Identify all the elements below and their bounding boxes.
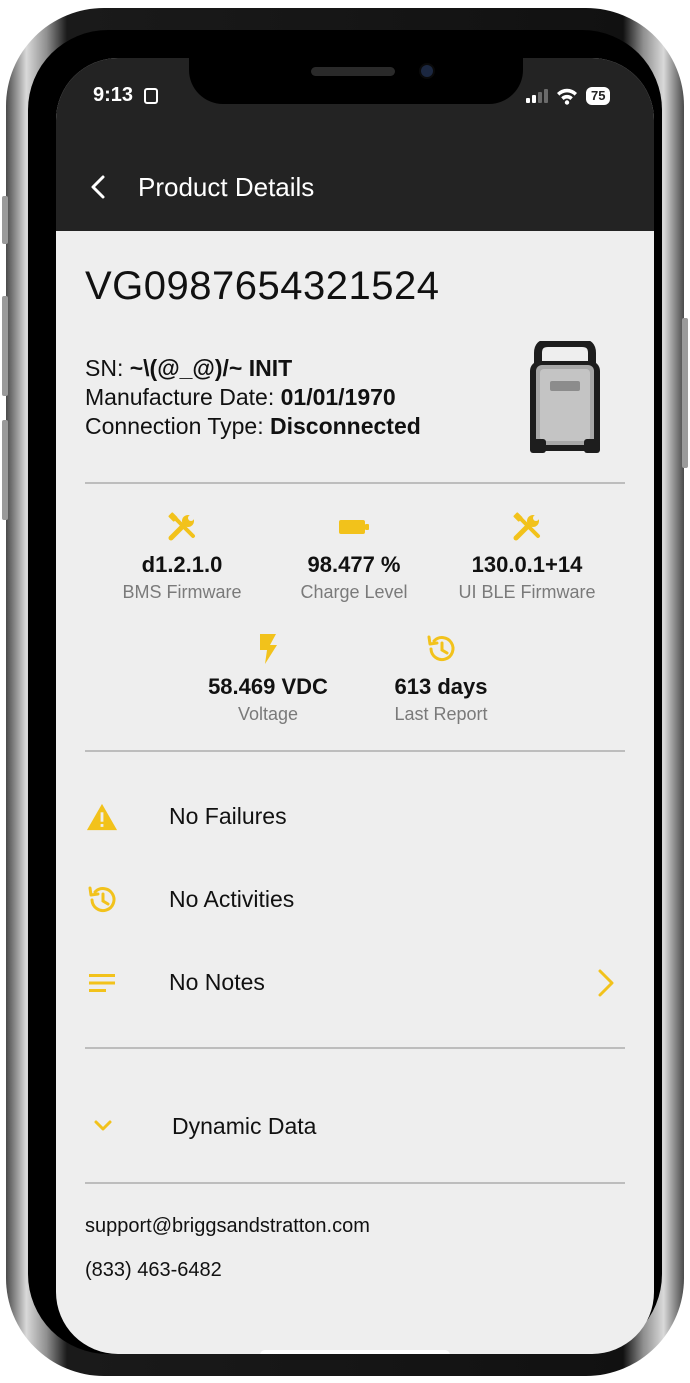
stat-voltage: 58.469 VDC Voltage: [173, 632, 363, 725]
list-item-notes[interactable]: No Notes: [56, 953, 654, 1013]
tools-icon: [168, 512, 195, 541]
manufacture-date-row: Manufacture Date: 01/01/1970: [85, 383, 421, 412]
divider: [85, 1182, 625, 1184]
stat-last-report: 613 days Last Report: [346, 632, 536, 725]
ui-ble-firmware-label: UI BLE Firmware: [458, 582, 596, 602]
sn-label: SN:: [85, 355, 124, 381]
notch: [189, 58, 523, 104]
history-icon: [427, 635, 455, 662]
front-camera: [421, 65, 433, 77]
battery-status: 75: [586, 87, 611, 105]
warning-icon: [86, 803, 118, 831]
home-indicator: [260, 1350, 450, 1354]
stat-bms-firmware: d1.2.1.0 BMS Firmware: [87, 510, 277, 603]
volume-up-button: [2, 296, 8, 396]
connection-value: Disconnected: [269, 413, 421, 439]
bms-firmware-value: d1.2.1.0: [141, 552, 223, 577]
battery-icon: [339, 520, 369, 534]
voltage-label: Voltage: [237, 704, 299, 724]
ui-ble-firmware-value: 130.0.1+14: [471, 552, 583, 577]
page-title: Product Details: [138, 172, 315, 202]
wifi-icon: [557, 88, 577, 105]
serial-number-row: SN: ~\(@_@)/~ INIT: [85, 354, 421, 383]
manufacture-label: Manufacture Date:: [85, 384, 275, 410]
last-report-value: 613 days: [394, 674, 488, 699]
list-item-activities[interactable]: No Activities: [56, 870, 654, 930]
dynamic-data-toggle[interactable]: Dynamic Data: [56, 1096, 654, 1156]
stat-ui-ble-firmware: 130.0.1+14 UI BLE Firmware: [432, 510, 622, 603]
status-time: 9:13: [93, 84, 134, 106]
signal-icon: [526, 89, 548, 103]
notes-icon: [89, 974, 115, 992]
connection-type-row: Connection Type: Disconnected: [85, 412, 421, 441]
notes-label: No Notes: [169, 969, 265, 995]
product-meta: SN: ~\(@_@)/~ INIT Manufacture Date: 01/…: [85, 354, 421, 441]
charge-level-value: 98.477 %: [307, 552, 401, 577]
speaker: [311, 67, 395, 76]
failures-label: No Failures: [169, 803, 287, 829]
manufacture-value: 01/01/1970: [280, 384, 396, 410]
bms-firmware-label: BMS Firmware: [122, 582, 242, 602]
status-indicators: 75: [526, 85, 611, 107]
history-icon: [88, 886, 116, 913]
product-image: [530, 341, 600, 453]
support-phone-link[interactable]: (833) 463-6482: [85, 1259, 222, 1282]
support-email-link[interactable]: support@briggsandstratton.com: [85, 1215, 370, 1238]
screen: 9:13 75 Product Details VG0987654321524: [56, 58, 654, 1354]
sn-value: ~\(@_@)/~ INIT: [129, 355, 293, 381]
phone-frame: 9:13 75 Product Details VG0987654321524: [2, 8, 688, 1376]
product-id: VG0987654321524: [85, 264, 440, 308]
divider: [85, 482, 625, 484]
divider: [85, 750, 625, 752]
volume-down-button: [2, 420, 8, 520]
app-header: 9:13 75 Product Details: [56, 58, 654, 231]
activities-label: No Activities: [169, 886, 295, 912]
stat-charge-level: 98.477 % Charge Level: [259, 510, 449, 603]
connection-label: Connection Type:: [85, 413, 264, 439]
list-item-failures[interactable]: No Failures: [56, 787, 654, 847]
back-button[interactable]: [86, 174, 112, 200]
chevron-down-icon: [94, 1120, 112, 1131]
sim-icon: [144, 88, 158, 104]
chevron-right-icon[interactable]: [592, 969, 620, 997]
power-button: [682, 318, 688, 468]
charge-level-label: Charge Level: [300, 582, 408, 602]
dynamic-data-label: Dynamic Data: [172, 1113, 317, 1139]
voltage-value: 58.469 VDC: [208, 674, 328, 699]
lightning-icon: [260, 634, 277, 664]
divider: [85, 1047, 625, 1049]
tools-icon: [513, 512, 540, 541]
last-report-label: Last Report: [394, 704, 488, 724]
chevron-left-icon: [91, 175, 105, 199]
mute-switch: [2, 196, 8, 244]
